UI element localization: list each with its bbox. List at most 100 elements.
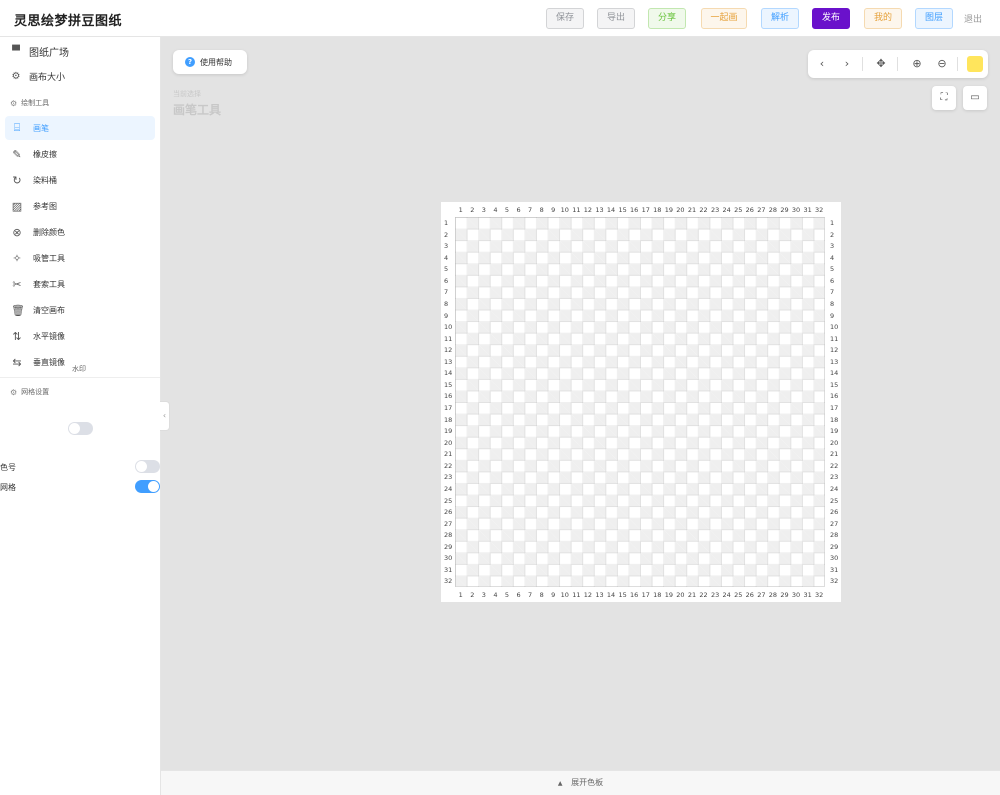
row-number-right: 26	[830, 508, 839, 517]
sidebar-tool-label: 吸管工具	[33, 253, 65, 263]
color-code-label: 色号	[0, 463, 16, 472]
column-number-bottom: 13	[595, 591, 604, 599]
row-number-right: 29	[830, 542, 839, 551]
eraser-icon: ✎	[12, 147, 22, 161]
row-number-right: 10	[830, 323, 839, 332]
column-number-bottom: 17	[641, 591, 650, 599]
exit-link[interactable]: 退出	[964, 12, 982, 25]
row-number-left: 5	[444, 265, 449, 274]
sidebar-tool-item[interactable]: ⇅ 水平镜像	[5, 324, 155, 348]
sidebar-tool-item[interactable]: 🗑 清空画布	[5, 298, 155, 322]
sidebar-item-plaza[interactable]: ▀ 图纸广场	[10, 44, 69, 59]
gear-icon: ⚙	[10, 387, 18, 397]
help-button[interactable]: ? 使用帮助	[173, 50, 247, 74]
app-title: 灵思绘梦拼豆图纸	[14, 14, 123, 29]
share-button[interactable]: 分享	[648, 8, 686, 29]
row-number-right: 20	[830, 438, 839, 447]
sidebar-tool-item[interactable]: ✧ 吸管工具	[5, 246, 155, 270]
sidebar-tool-item[interactable]: ✂ 套索工具	[5, 272, 155, 296]
top-header: 灵思绘梦拼豆图纸 保存 导出 分享 一起画 解析 发布 我的 图层 退出	[0, 0, 1000, 37]
expand-palette-button[interactable]: ▲ 展开色板	[161, 770, 1000, 795]
sidebar-tool-item[interactable]: ▨ 参考图	[5, 194, 155, 218]
row-number-left: 24	[444, 484, 453, 493]
row-number-right: 6	[830, 276, 835, 285]
move-button[interactable]: ✥	[873, 56, 889, 72]
sidebar-tool-label: 参考图	[33, 201, 57, 211]
monitor-icon: ▭	[970, 92, 980, 103]
sidebar-tool-label: 水平镜像	[33, 331, 65, 341]
column-number-bottom: 32	[815, 591, 824, 599]
row-number-right: 13	[830, 357, 839, 366]
bucket-icon: ↻	[12, 173, 22, 187]
column-number-bottom: 30	[791, 591, 801, 599]
fullscreen-button[interactable]: ⛶	[932, 86, 956, 110]
current-color-swatch[interactable]	[967, 56, 983, 72]
row-number-left: 13	[444, 357, 453, 366]
row-number-right: 16	[830, 392, 839, 401]
column-number-top: 12	[583, 206, 593, 214]
watermark-label: 水印	[72, 365, 86, 373]
column-number-top: 9	[551, 206, 556, 214]
color-code-toggle[interactable]	[135, 460, 160, 473]
sidebar-tool-item[interactable]: ↻ 染料桶	[5, 168, 155, 192]
zoom-out-button[interactable]: ⊖	[934, 56, 950, 72]
export-button[interactable]: 导出	[597, 8, 635, 29]
row-number-right: 23	[830, 473, 839, 482]
column-number-bottom: 26	[745, 591, 754, 599]
row-number-right: 28	[830, 531, 839, 540]
row-number-left: 28	[444, 531, 453, 540]
column-number-bottom: 28	[768, 591, 778, 599]
column-number-top: 8	[539, 206, 544, 214]
row-number-right: 18	[830, 415, 839, 424]
row-number-left: 2	[444, 230, 449, 239]
publish-button[interactable]: 发布	[812, 8, 850, 29]
row-number-left: 15	[444, 380, 453, 389]
zoom-in-button[interactable]: ⊕	[909, 56, 925, 72]
row-number-left: 11	[444, 334, 453, 343]
row-number-left: 8	[444, 299, 449, 308]
column-number-top: 1	[458, 206, 463, 214]
grid-toggle[interactable]	[135, 480, 160, 493]
zoom-out-icon: ⊖	[937, 57, 947, 70]
row-number-right: 5	[830, 265, 835, 274]
row-number-left: 16	[444, 392, 453, 401]
watermark-toggle[interactable]	[68, 422, 93, 435]
monitor-button[interactable]: ▭	[963, 86, 987, 110]
column-number-top: 24	[722, 206, 731, 214]
mine-button[interactable]: 我的	[864, 8, 902, 29]
sidebar-tool-label: 套索工具	[33, 279, 65, 289]
row-number-right: 4	[830, 253, 835, 262]
column-number-bottom: 6	[516, 591, 521, 599]
column-number-bottom: 11	[572, 591, 581, 599]
sidebar-tool-item[interactable]: ⌸ 画笔	[5, 116, 155, 140]
column-number-bottom: 19	[664, 591, 674, 599]
save-button[interactable]: 保存	[546, 8, 584, 29]
row-number-left: 17	[444, 404, 453, 412]
sidebar-item-canvas-size[interactable]: ⚙ 画布大小	[10, 70, 66, 83]
grid-lines	[455, 217, 825, 587]
column-number-bottom: 7	[528, 591, 533, 599]
sidebar-tool-item[interactable]: ✎ 橡皮擦	[5, 142, 155, 166]
draw-together-button[interactable]: 一起画	[701, 8, 747, 29]
chevron-left-icon: ‹	[819, 57, 825, 70]
sidebar-tool-item[interactable]: ⊗ 删除颜色	[5, 220, 155, 244]
column-number-top: 29	[780, 206, 789, 214]
column-number-top: 27	[757, 206, 766, 214]
parse-button[interactable]: 解析	[761, 8, 799, 29]
chevron-left-icon: ‹	[162, 411, 167, 420]
redo-button[interactable]: ›	[839, 56, 855, 72]
row-number-right: 11	[830, 334, 839, 343]
fullscreen-icon: ⛶	[940, 92, 948, 103]
zoom-in-icon: ⊕	[912, 57, 922, 70]
row-number-left: 21	[444, 450, 453, 459]
row-number-left: 4	[444, 253, 449, 262]
move-icon: ✥	[876, 57, 886, 70]
caret-up-icon: ▲	[557, 780, 563, 787]
undo-button[interactable]: ‹	[814, 56, 830, 72]
sidebar-collapse-button[interactable]: ‹	[160, 401, 170, 431]
row-number-left: 22	[444, 461, 453, 470]
toolbar-divider	[957, 57, 958, 71]
row-number-right: 1	[830, 219, 835, 227]
layers-button[interactable]: 图层	[915, 8, 953, 29]
column-number-bottom: 3	[481, 591, 486, 599]
